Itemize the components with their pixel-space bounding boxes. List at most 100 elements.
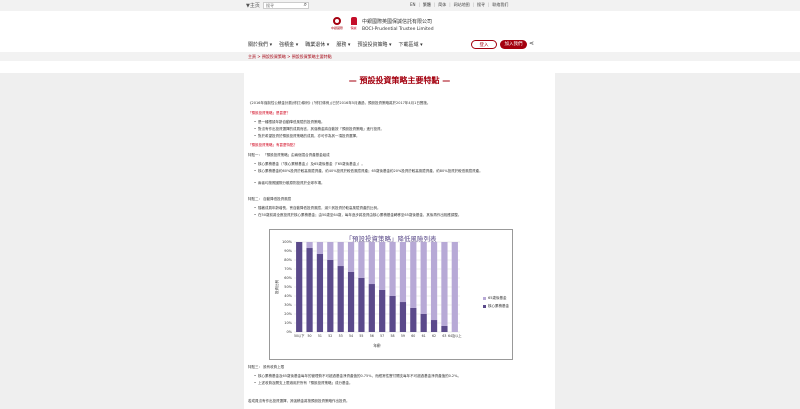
feature3-line: 特點三： 設有收費上限 xyxy=(248,365,548,370)
x-tick-label: 61 xyxy=(422,334,426,338)
x-tick-label: 55 xyxy=(359,334,363,338)
bar-0-11 xyxy=(410,307,417,332)
bar-0-1 xyxy=(306,248,313,332)
what-bullet-3: 對於希望投資於預設投資策略的成員，亦可作為其一項投資選擇。 xyxy=(254,134,538,139)
risk-chart: 「預設投資策略」降低風險列表 0% 10% 20% 30% 40% 50% 60% 70% 80… xyxy=(269,229,513,360)
bar-1-3 xyxy=(327,242,334,260)
features-heading: 「預設投資策略」有甚麼特點？ xyxy=(248,143,297,147)
x-tick-label: 50以下 xyxy=(294,334,305,338)
y-tick-label: 80% xyxy=(284,258,292,262)
x-tick-label: 63 xyxy=(442,334,446,338)
search-placeholder: 搜寻 xyxy=(266,3,274,8)
bar-0-8 xyxy=(379,289,386,332)
search-input[interactable]: 搜寻 ⌕ xyxy=(263,2,309,9)
what-bullet-2: 對沒有作出投資選擇的成員而言，其強積金將自動按「預設投資策略」進行投資。 xyxy=(254,127,538,132)
bar-0-10 xyxy=(399,302,407,332)
bar-1-15 xyxy=(451,242,458,332)
chart-legend: 65歲後基金 核心累積基金 xyxy=(483,294,509,310)
feature1-bullet-1: 核心累積基金（「核心累積基金」）及65歲後基金（「65歲後基金」）。 xyxy=(254,162,538,167)
what-bullet-1: 是一種根據年齡自動降低風險的投資策略。 xyxy=(254,120,538,125)
nav-item-mpf[interactable]: 強積金 ▾ xyxy=(279,41,298,48)
top-link-contact[interactable]: 联络我们 xyxy=(492,2,508,8)
bar-0-0 xyxy=(296,242,303,332)
y-tick-label: 70% xyxy=(284,267,292,271)
brand-name-en: BOCI-Prudential Trustee Limited xyxy=(362,27,434,32)
login-button[interactable]: 登入 xyxy=(471,40,497,49)
chart-svg: 0% 10% 20% 30% 40% 50% 60% 70% 80% 90% 100% 50以下 50 5… xyxy=(274,240,462,348)
join-button[interactable]: 加入我們 xyxy=(500,40,527,49)
bar-1-4 xyxy=(337,242,344,267)
language-select[interactable]: ▼主页 xyxy=(246,2,260,9)
bar-1-5 xyxy=(347,242,355,272)
prudential-logo-text: 保誠 xyxy=(350,26,357,30)
x-tick-label: 57 xyxy=(380,334,384,338)
bar-0-2 xyxy=(316,253,324,332)
feature2-line: 特點二： 自動降低投資風險 xyxy=(248,197,548,202)
top-links: EN | 繁體 | 简体 | 网站地图 | 搜寻 | 联络我们 xyxy=(410,2,509,8)
prudential-logo[interactable]: 保誠 xyxy=(347,16,360,38)
legend-label-1: 65歲後基金 xyxy=(488,296,507,300)
y-axis-label: 投資比例 xyxy=(274,280,279,294)
feature3-label: 特點三： xyxy=(248,365,262,369)
legend-item-1: 65歲後基金 xyxy=(483,294,509,302)
nav-item-services[interactable]: 服務 ▾ xyxy=(336,41,350,48)
y-tick-label: 20% xyxy=(284,312,292,316)
y-tick-label: 0% xyxy=(286,330,292,334)
x-tick-label: 56 xyxy=(370,334,374,338)
legend-item-0: 核心累積基金 xyxy=(483,302,509,310)
bar-0-6 xyxy=(358,278,365,332)
share-icon[interactable]: ⋖ xyxy=(529,40,534,47)
boci-logo[interactable]: 中銀國際 xyxy=(329,16,345,38)
footer-note: 若成員沒有作出投資選擇，其強積金將按預設投資策略作出投資。 xyxy=(248,399,350,403)
main-nav: 關於我們 ▾ 強積金 ▾ 職業退休 ▾ 服務 ▾ 預設投資策略 ▾ 下載區域 ▾ xyxy=(248,41,423,48)
x-tick-label: 60 xyxy=(411,334,415,338)
nav-item-download[interactable]: 下載區域 ▾ xyxy=(399,41,423,48)
bar-0-14 xyxy=(441,325,448,332)
bar-1-14 xyxy=(441,242,448,326)
bar-1-9 xyxy=(389,242,396,296)
bar-0-12 xyxy=(420,314,427,332)
nav-item-about[interactable]: 關於我們 ▾ xyxy=(248,41,272,48)
y-tick-label: 60% xyxy=(284,276,292,280)
page-title: — 預設投資策略主要特點 — xyxy=(348,76,451,85)
top-link-search[interactable]: 搜寻 xyxy=(477,2,485,8)
feature1-line: 特點一： 「預設投資策略」由兩個混合資產基金組成 xyxy=(248,153,548,158)
brand-name: 中銀國際英國保誠信託有限公司 BOCI-Prudential Trustee L… xyxy=(362,19,434,33)
feature2-text: 自動降低投資風險 xyxy=(263,197,292,201)
top-link-trad[interactable]: 繁體 xyxy=(423,2,431,8)
x-tick-label: 51 xyxy=(318,334,322,338)
feature3-text: 設有收費上限 xyxy=(263,365,285,369)
feature2-bullet-1: 隨著成員年齡增長，會自動降低投資風險，減少其投資於較高風險資產的比例。 xyxy=(254,206,538,211)
y-tick-label: 90% xyxy=(284,249,292,253)
bar-0-7 xyxy=(368,284,375,332)
x-tick-label: 58 xyxy=(391,334,395,338)
brand-name-zh: 中銀國際英國保誠信託有限公司 xyxy=(362,19,433,25)
x-tick-label: 52 xyxy=(328,334,332,338)
bar-0-5 xyxy=(347,271,355,332)
y-tick-label: 40% xyxy=(284,294,292,298)
intro-text: 《2016年強制性公積金計劃(修訂)條例》(「修訂條例」)已於2016年5月通過… xyxy=(248,101,431,105)
bar-0-3 xyxy=(327,260,334,332)
top-link-sitemap[interactable]: 网站地图 xyxy=(454,2,470,8)
top-link-simp[interactable]: 简体 xyxy=(438,2,446,8)
top-link-en[interactable]: EN xyxy=(410,2,416,8)
nav-item-orso[interactable]: 職業退休 ▾ xyxy=(305,41,329,48)
legend-label-0: 核心累積基金 xyxy=(488,304,509,308)
bar-1-11 xyxy=(410,242,417,308)
x-tick-label: 54 xyxy=(349,334,353,338)
bar-1-13 xyxy=(430,242,438,321)
bar-1-8 xyxy=(379,242,386,290)
main-content: — 預設投資策略主要特點 — 《2016年強制性公積金計劃(修訂)條例》(「修訂… xyxy=(244,61,555,409)
breadcrumb-bar: 主頁 > 預設投資策略 > 預設投資策略主要特點 xyxy=(0,52,800,61)
bar-1-7 xyxy=(368,242,375,285)
feature1-label: 特點一： xyxy=(248,153,262,157)
y-tick-label: 10% xyxy=(284,321,292,325)
bar-1-12 xyxy=(420,242,427,314)
boci-logo-text: 中銀國際 xyxy=(330,26,343,30)
breadcrumb[interactable]: 主頁 > 預設投資策略 > 預設投資策略主要特點 xyxy=(248,54,332,60)
feature3-bullet-2: 上述收費及開支上限適用於所有「預設投資策略」成分基金。 xyxy=(254,381,538,386)
nav-item-das[interactable]: 預設投資策略 ▾ xyxy=(357,41,391,48)
search-icon[interactable]: ⌕ xyxy=(304,2,307,8)
y-tick-label: 100% xyxy=(282,240,293,244)
x-tick-label: 53 xyxy=(339,334,343,338)
